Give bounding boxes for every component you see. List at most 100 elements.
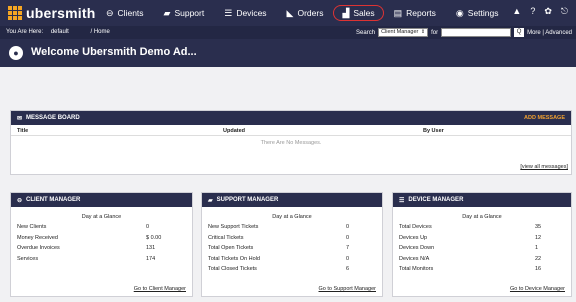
glance-label: Day at a Glance xyxy=(272,214,312,220)
breadcrumb: You Are Here: default / Home xyxy=(6,29,110,35)
stat-row: Money Received $ 0.00 xyxy=(17,233,186,244)
go-to-device-manager-link[interactable]: Go to Device Manager xyxy=(510,286,565,292)
search-type-select[interactable]: Client Manager xyxy=(378,28,429,37)
support-manager-title: SUPPORT MANAGER xyxy=(216,197,279,203)
nav-item-reports[interactable]: ▤ Reports xyxy=(384,0,446,26)
stat-value: 6 xyxy=(346,266,350,273)
tag-icon: ◣ xyxy=(286,7,294,18)
stat-label: Overdue Invoices xyxy=(17,245,60,252)
device-manager-card: ☰ DEVICE MANAGER Day at a Glance Total D… xyxy=(392,192,572,297)
logo-grid-icon xyxy=(8,6,22,20)
folder-icon: ▰ xyxy=(208,197,213,204)
stat-row: Total Open Tickets 7 xyxy=(208,243,376,254)
stat-label: Total Monitors xyxy=(399,266,434,273)
stat-row: Total Monitors 16 xyxy=(399,264,565,275)
stat-label: Total Tickets On Hold xyxy=(208,255,260,262)
message-board-title: MESSAGE BOARD xyxy=(26,115,80,121)
nav-label: Sales xyxy=(353,8,375,18)
glance-label: Day at a Glance xyxy=(81,214,122,220)
more-advanced-link[interactable]: More | Advanced xyxy=(527,30,572,36)
logo[interactable]: ubersmith xyxy=(8,5,95,21)
nav-label: Clients xyxy=(117,8,144,18)
welcome-title: Welcome Ubersmith Demo Ad... xyxy=(31,46,197,58)
report-icon: ▤ xyxy=(393,7,403,18)
stat-row: New Clients 0 xyxy=(17,222,186,233)
nav-label: Orders xyxy=(297,8,324,18)
stat-row: Total Closed Tickets 6 xyxy=(208,264,376,275)
help-icon[interactable]: ? xyxy=(530,6,535,17)
stat-label: Devices N/A xyxy=(399,255,430,262)
stat-value: 16 xyxy=(535,266,542,273)
bar-chart-icon: ▟ xyxy=(342,7,350,18)
search-label: Search xyxy=(356,29,376,36)
welcome-banner: ● Welcome Ubersmith Demo Ad... xyxy=(0,39,576,67)
empty-message: There Are No Messages. xyxy=(260,140,322,146)
client-stats: New Clients 0 Money Received $ 0.00 Overdu… xyxy=(11,222,192,264)
stat-value: 22 xyxy=(535,255,542,262)
folder-icon: ▰ xyxy=(163,7,171,18)
glance-label: Day at a Glance xyxy=(462,214,502,220)
you-are-here-label: You Are Here: xyxy=(6,29,44,35)
message-board-header: ✉ MESSAGE BOARD ADD MESSAGE xyxy=(11,111,571,125)
stat-row: Critical Tickets 0 xyxy=(208,233,376,244)
stat-value: 35 xyxy=(535,224,542,231)
col-title[interactable]: Title xyxy=(17,128,28,134)
col-updated[interactable]: Updated xyxy=(223,128,245,134)
stat-value: 0 xyxy=(346,224,350,231)
stat-value: 12 xyxy=(535,234,542,241)
stat-row: New Support Tickets 0 xyxy=(208,222,376,233)
top-icons: ▲ ? ✿ ⎋ xyxy=(512,6,568,17)
stat-value: 0 xyxy=(346,234,350,241)
device-stats: Total Devices 35 Devices Up 12 Devices Dow… xyxy=(393,222,571,275)
breadcrumb-sep: / xyxy=(90,29,93,35)
nav-item-sales[interactable]: ▟ Sales xyxy=(333,5,384,21)
logout-icon[interactable]: ⎋ xyxy=(561,6,568,17)
brand-label: default xyxy=(50,29,69,35)
stat-row: Total Devices 35 xyxy=(399,222,565,233)
nav-item-settings[interactable]: ◉ Settings xyxy=(446,0,509,26)
stat-label: Total Open Tickets xyxy=(208,245,254,252)
stat-row: Devices N/A 22 xyxy=(399,254,565,265)
stat-label: Total Closed Tickets xyxy=(208,266,257,273)
stat-label: Devices Up xyxy=(399,234,428,241)
add-message-button[interactable]: ADD MESSAGE xyxy=(524,115,565,121)
nav-label: Settings xyxy=(467,8,499,18)
settings-icon: ◉ xyxy=(455,7,464,18)
nav-item-orders[interactable]: ◣ Orders xyxy=(277,0,334,26)
message-board-columns: Title Updated By User xyxy=(11,125,571,136)
client-manager-card: ⊖ CLIENT MANAGER Day at a Glance New Cli… xyxy=(10,192,193,297)
stat-label: Devices Down xyxy=(399,245,435,252)
go-to-client-manager-link[interactable]: Go to Client Manager xyxy=(134,286,186,292)
gear-icon[interactable]: ✿ xyxy=(544,6,552,17)
breadcrumb-home[interactable]: Home xyxy=(94,29,110,35)
sub-bar: You Are Here: default / Home Search Clie… xyxy=(0,26,576,39)
user-circle-icon: ⊖ xyxy=(106,7,114,18)
nav-label: Reports xyxy=(406,8,436,18)
stat-label: Critical Tickets xyxy=(208,234,244,241)
view-all-messages-link[interactable]: [view all messages] xyxy=(520,164,568,170)
stat-value: 0 xyxy=(146,224,150,231)
user-circle-icon: ⊖ xyxy=(17,197,23,204)
user-avatar-icon: ● xyxy=(9,46,23,60)
stat-label: New Clients xyxy=(17,224,47,231)
stat-value: 174 xyxy=(146,255,156,262)
search-button[interactable]: Q xyxy=(514,28,525,37)
stat-label: New Support Tickets xyxy=(208,224,259,231)
stat-row: Total Tickets On Hold 0 xyxy=(208,254,376,265)
stat-row: Services 174 xyxy=(17,254,186,265)
search-area: Search Client Manager for Q More | Advan… xyxy=(356,28,572,37)
client-manager-title: CLIENT MANAGER xyxy=(26,197,81,203)
col-by-user[interactable]: By User xyxy=(423,128,444,134)
bell-icon[interactable]: ▲ xyxy=(512,6,521,17)
device-manager-header: ☰ DEVICE MANAGER xyxy=(393,193,571,207)
stat-row: Devices Down 1 xyxy=(399,243,565,254)
nav-item-clients[interactable]: ⊖ Clients xyxy=(96,0,154,26)
support-stats: New Support Tickets 0 Critical Tickets 0 T… xyxy=(202,222,382,275)
stat-row: Overdue Invoices 131 xyxy=(17,243,186,254)
nav-item-support[interactable]: ▰ Support xyxy=(154,0,215,26)
search-input[interactable] xyxy=(441,28,512,37)
go-to-support-manager-link[interactable]: Go to Support Manager xyxy=(319,286,376,292)
server-icon: ☰ xyxy=(399,197,405,204)
device-manager-title: DEVICE MANAGER xyxy=(408,197,464,203)
nav-item-devices[interactable]: ☰ Devices xyxy=(214,0,276,26)
